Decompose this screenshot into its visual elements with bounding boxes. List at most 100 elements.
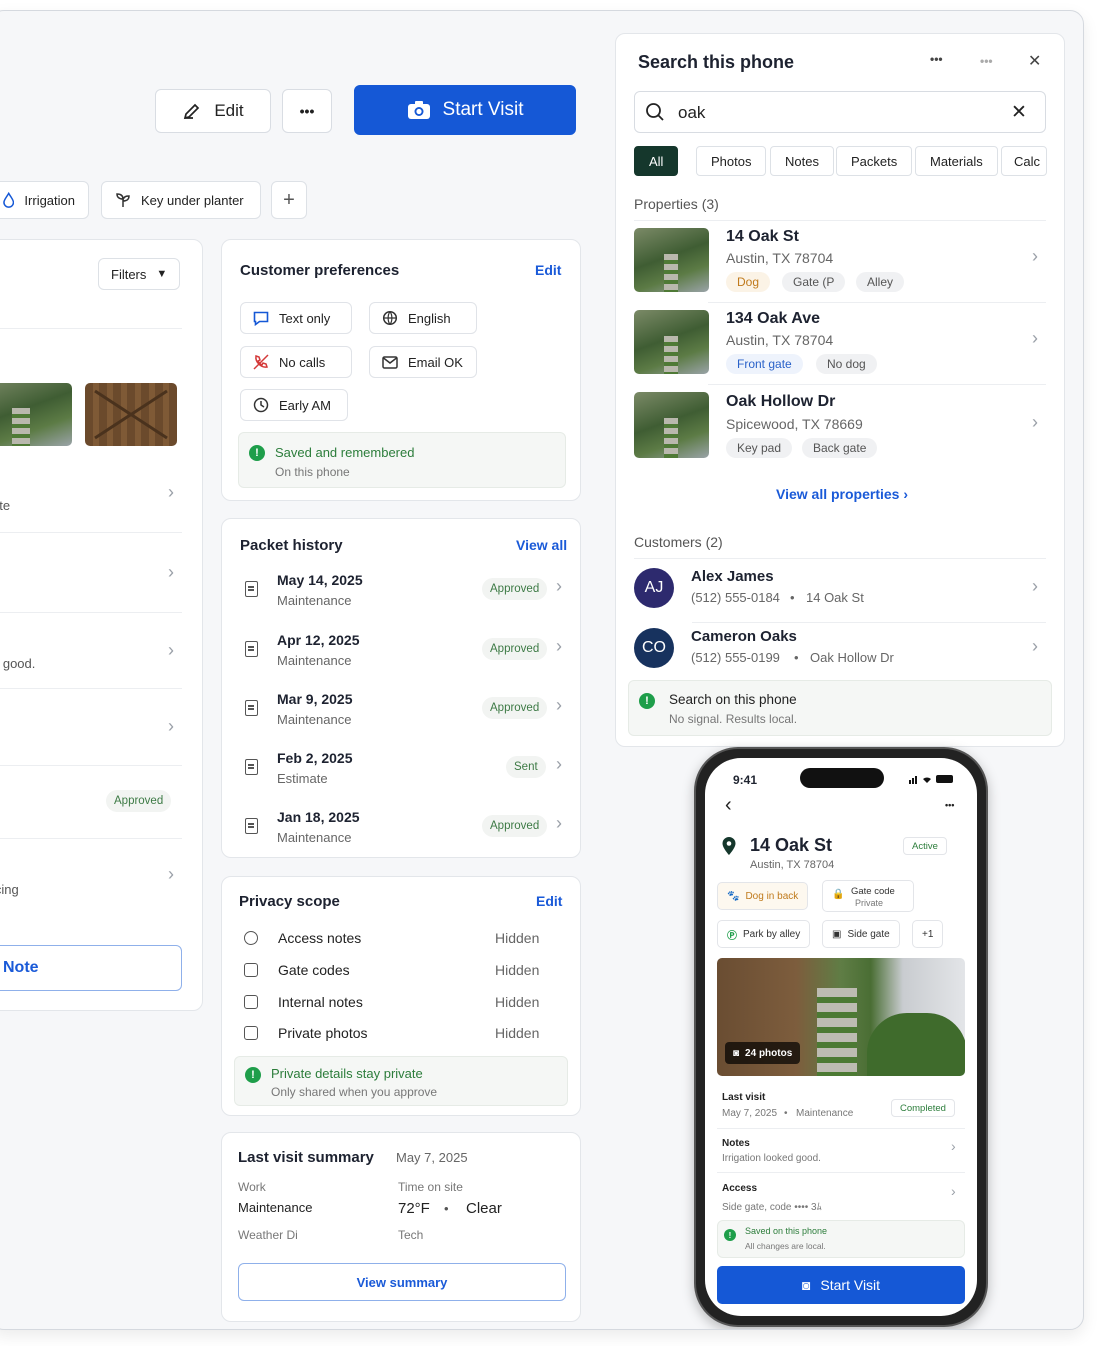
packet-type: Maintenance	[277, 653, 352, 668]
packet-history-card: Packet history View all May 14, 2025 Mai…	[221, 518, 581, 858]
property-result[interactable]: 14 Oak St Austin, TX 78704 Dog Gate (P A…	[634, 228, 1046, 298]
chevron-right-icon[interactable]: ›	[951, 1138, 956, 1154]
document-icon	[245, 700, 258, 716]
packet-row[interactable]: Jan 18, 2025 Maintenance Approved ›	[222, 804, 582, 860]
separator-dot: •	[790, 590, 795, 605]
phone-yard-photo[interactable]: ◙ 24 photos	[717, 958, 965, 1076]
packet-date: Feb 2, 2025	[277, 750, 353, 766]
customer-result[interactable]: AJ Alex James (512) 555-0184 • 14 Oak St…	[634, 564, 1046, 618]
saved-note-sub: On this phone	[275, 465, 350, 479]
customer-name: Alex James	[691, 568, 774, 585]
divider	[708, 302, 1046, 303]
back-icon[interactable]: ‹	[725, 794, 732, 817]
privacy-note-sub: Only shared when you approve	[271, 1085, 438, 1099]
dog-chip[interactable]: 🐾 Dog in back	[717, 882, 809, 910]
edit-button[interactable]: Edit	[155, 89, 271, 133]
customer-phone: (512) 555-0184	[691, 590, 780, 605]
chevron-right-icon[interactable]: ›	[168, 482, 174, 503]
more-icon[interactable]: •••	[980, 54, 993, 68]
view-summary-button[interactable]: View summary	[238, 1263, 566, 1301]
key-icon	[244, 963, 258, 977]
tab-materials[interactable]: Materials	[915, 146, 998, 176]
gate-photo[interactable]	[85, 383, 177, 446]
chevron-right-icon: ›	[1032, 328, 1038, 348]
start-visit-button[interactable]: Start Visit	[354, 85, 576, 135]
more-icon[interactable]: •••	[930, 52, 943, 66]
phone-saved-note: ! Saved on this phone All changes are lo…	[717, 1220, 965, 1258]
privacy-title: Privacy scope	[239, 893, 340, 910]
privacy-row-label: Internal notes	[278, 994, 363, 1010]
weather-value: Clear	[466, 1200, 502, 1217]
packet-row[interactable]: Mar 9, 2025 Maintenance Approved ›	[222, 686, 582, 742]
tab-packets[interactable]: Packets	[836, 146, 913, 176]
more-chips[interactable]: +1	[912, 920, 944, 948]
packet-type: Maintenance	[277, 593, 352, 608]
chevron-right-icon: ›	[1032, 412, 1038, 432]
plants	[867, 1013, 965, 1076]
view-all-properties-link[interactable]: View all properties ›	[776, 486, 908, 502]
yard-photo[interactable]	[0, 383, 72, 446]
privacy-edit-link[interactable]: Edit	[536, 893, 562, 909]
add-tag-button[interactable]: +	[271, 181, 307, 219]
property-tag: Back gate	[802, 438, 878, 458]
park-chip[interactable]: Ⓟ Park by alley	[717, 920, 811, 948]
chevron-right-icon[interactable]: ›	[168, 640, 174, 661]
gate-icon: ▣	[832, 928, 842, 940]
filters-button[interactable]: Filters ▼	[98, 258, 181, 290]
pref-label: Text only	[279, 310, 331, 326]
edit-label: Edit	[214, 101, 244, 120]
tab-notes[interactable]: Notes	[770, 146, 834, 176]
dog-chip-label: Dog in back	[745, 890, 799, 902]
more-icon[interactable]: •••	[945, 800, 954, 810]
add-note-label: Note	[3, 959, 39, 976]
divider	[0, 838, 182, 839]
chevron-right-icon[interactable]: ›	[168, 562, 174, 583]
tag-irrigation-label: Irrigation	[24, 192, 75, 208]
chevron-right-icon[interactable]: ›	[951, 1183, 956, 1199]
chevron-right-icon[interactable]: ›	[168, 864, 174, 885]
packet-row[interactable]: May 14, 2025 Maintenance Approved ›	[222, 567, 582, 623]
phone-start-visit-button[interactable]: ◙ Start Visit	[717, 1266, 965, 1304]
property-name: 134 Oak Ave	[726, 310, 820, 327]
customer-result[interactable]: CO Cameron Oaks (512) 555-0199 • Oak Hol…	[634, 628, 1046, 682]
gate-code-chip[interactable]: 🔒 Gate code Private	[822, 880, 914, 912]
property-tag: Key pad	[726, 438, 793, 458]
privacy-note: ! Private details stay private Only shar…	[234, 1056, 568, 1106]
left-row-text: d good.	[0, 656, 36, 671]
property-photo	[634, 392, 709, 458]
privacy-scope-card: Privacy scope Edit Access notes Hidden G…	[221, 876, 581, 1116]
preferences-edit-link[interactable]: Edit	[535, 262, 561, 278]
mail-icon	[382, 355, 398, 369]
property-tag: Gate (P	[782, 272, 846, 292]
saved-title: Saved on this phone	[745, 1226, 828, 1236]
side-gate-chip[interactable]: ▣ Side gate	[822, 920, 900, 948]
clear-search-icon[interactable]: ✕	[1011, 101, 1027, 124]
saved-note: ! Saved and remembered On this phone	[238, 432, 566, 488]
tab-photos[interactable]: Photos	[696, 146, 767, 176]
parking-icon: Ⓟ	[727, 930, 737, 942]
phone-start-visit-label: Start Visit	[820, 1277, 881, 1293]
property-result[interactable]: Oak Hollow Dr Spicewood, TX 78669 Key pa…	[634, 392, 1046, 462]
more-options-button[interactable]: •••	[282, 89, 332, 133]
property-result[interactable]: 134 Oak Ave Austin, TX 78704 Front gate …	[634, 310, 1046, 380]
chevron-right-icon: ›	[556, 754, 562, 774]
phone-property-address: Austin, TX 78704	[750, 859, 835, 871]
preferences-title: Customer preferences	[240, 262, 400, 279]
tab-all[interactable]: All	[634, 146, 679, 176]
privacy-note-title: Private details stay private	[271, 1066, 423, 1081]
close-icon[interactable]: ✕	[1028, 51, 1041, 71]
search-field[interactable]: oak ✕	[634, 91, 1046, 133]
customer-address: Oak Hollow Dr	[810, 650, 894, 665]
packet-date: Jan 18, 2025	[277, 809, 360, 825]
add-note-button[interactable]: Note	[0, 945, 182, 991]
document-icon	[245, 759, 258, 775]
chevron-right-icon: ›	[556, 813, 562, 833]
tab-calc[interactable]: Calc	[1001, 146, 1047, 176]
tag-key-under-planter[interactable]: Key under planter	[101, 181, 261, 219]
search-input[interactable]: oak	[678, 103, 705, 123]
packet-row[interactable]: Feb 2, 2025 Estimate Sent ›	[222, 745, 582, 801]
chevron-right-icon[interactable]: ›	[168, 716, 174, 737]
packet-row[interactable]: Apr 12, 2025 Maintenance Approved ›	[222, 627, 582, 683]
packet-view-all-link[interactable]: View all	[516, 537, 567, 553]
tag-irrigation[interactable]: Irrigation	[0, 181, 89, 219]
